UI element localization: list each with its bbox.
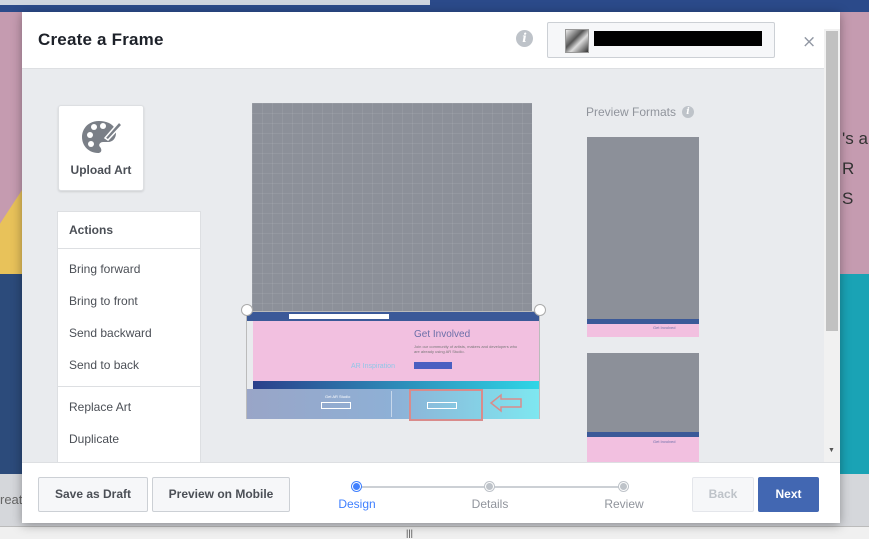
art-bottom: Get AR Studio (247, 389, 539, 421)
step-dot-design (352, 482, 361, 491)
background-text: 's a R S (842, 124, 869, 214)
art-bottom-button (427, 402, 457, 409)
scroll-down-icon[interactable]: ▼ (828, 447, 835, 454)
step-dot-review (619, 482, 628, 491)
save-draft-button[interactable]: Save as Draft (38, 477, 148, 512)
resize-handle[interactable] (534, 304, 546, 316)
frame-canvas[interactable]: AR Inspiration Get Involved Join our com… (241, 103, 546, 421)
back-button[interactable]: Back (692, 477, 754, 512)
action-bring-forward[interactable]: Bring forward (58, 249, 200, 281)
frame-art-layer[interactable]: AR Inspiration Get Involved Join our com… (246, 311, 540, 421)
preview-format-portrait[interactable]: Get Involved (587, 137, 699, 337)
preview-art-title: Get Involved (653, 325, 676, 330)
background-address-bar (0, 0, 430, 5)
palette-icon (82, 120, 123, 153)
divider (391, 391, 392, 417)
dialog-title: Create a Frame (38, 30, 164, 49)
art-stripe (253, 381, 539, 389)
canvas-photo-area (252, 103, 532, 311)
create-frame-dialog: Create a Frame i × Upload Art Actions Br… (22, 12, 840, 523)
preview-banner: Get Involved (587, 324, 699, 337)
close-icon[interactable]: × (802, 32, 816, 52)
actions-heading: Actions (58, 212, 200, 249)
background-text-left: reat (0, 492, 23, 507)
preview-mobile-button[interactable]: Preview on Mobile (152, 477, 290, 512)
dialog-scrollbar[interactable]: ▼ (824, 29, 840, 462)
info-icon[interactable]: i (682, 106, 694, 118)
step-label-design[interactable]: Design (322, 497, 392, 511)
art-logo: AR Inspiration (351, 363, 395, 370)
redacted-page-name (594, 31, 762, 46)
background-text-line: R S (842, 159, 855, 208)
page-selector[interactable] (547, 22, 775, 58)
step-label-details[interactable]: Details (455, 497, 525, 511)
resize-handle[interactable] (241, 304, 253, 316)
scroll-thumb[interactable] (826, 31, 838, 331)
dialog-header: Create a Frame i × (22, 12, 840, 69)
step-label-review[interactable]: Review (589, 497, 659, 511)
upload-art-label: Upload Art (70, 163, 132, 177)
action-send-to-back[interactable]: Send to back (58, 345, 200, 377)
action-bring-to-front[interactable]: Bring to front (58, 281, 200, 313)
action-duplicate[interactable]: Duplicate (58, 419, 200, 451)
actions-panel: Actions Bring forward Bring to front Sen… (57, 211, 201, 462)
avatar (565, 29, 589, 53)
preview-format-square[interactable]: Get Involved (587, 353, 699, 462)
art-bottom-text: Get AR Studio (325, 394, 351, 399)
action-send-backward[interactable]: Send backward (58, 313, 200, 345)
action-replace-art[interactable]: Replace Art (58, 387, 200, 419)
preview-art-title: Get Involved (653, 439, 676, 444)
upload-art-button[interactable]: Upload Art (58, 105, 144, 191)
art-bottom-button (321, 402, 351, 409)
browser-statusbar: ||| (0, 526, 869, 539)
art-search (289, 314, 389, 319)
art-title: Get Involved (414, 329, 471, 340)
preview-banner: Get Involved (587, 437, 699, 462)
dialog-body: Upload Art Actions Bring forward Bring t… (22, 69, 824, 462)
background-topbar (0, 0, 869, 12)
art-topbar (247, 312, 539, 321)
background-text-line: 's a (842, 129, 868, 148)
preview-formats-title: Preview Formats (586, 105, 677, 119)
dialog-footer: Save as Draft Preview on Mobile Design D… (22, 462, 840, 523)
next-button[interactable]: Next (758, 477, 819, 512)
info-icon[interactable]: i (516, 30, 533, 47)
art-button (414, 362, 452, 369)
art-body-text: Join our community of artists, makers an… (414, 344, 518, 354)
arrow-left-icon (489, 393, 522, 413)
resize-grip-icon[interactable]: ||| (406, 528, 413, 538)
step-dot-details (485, 482, 494, 491)
